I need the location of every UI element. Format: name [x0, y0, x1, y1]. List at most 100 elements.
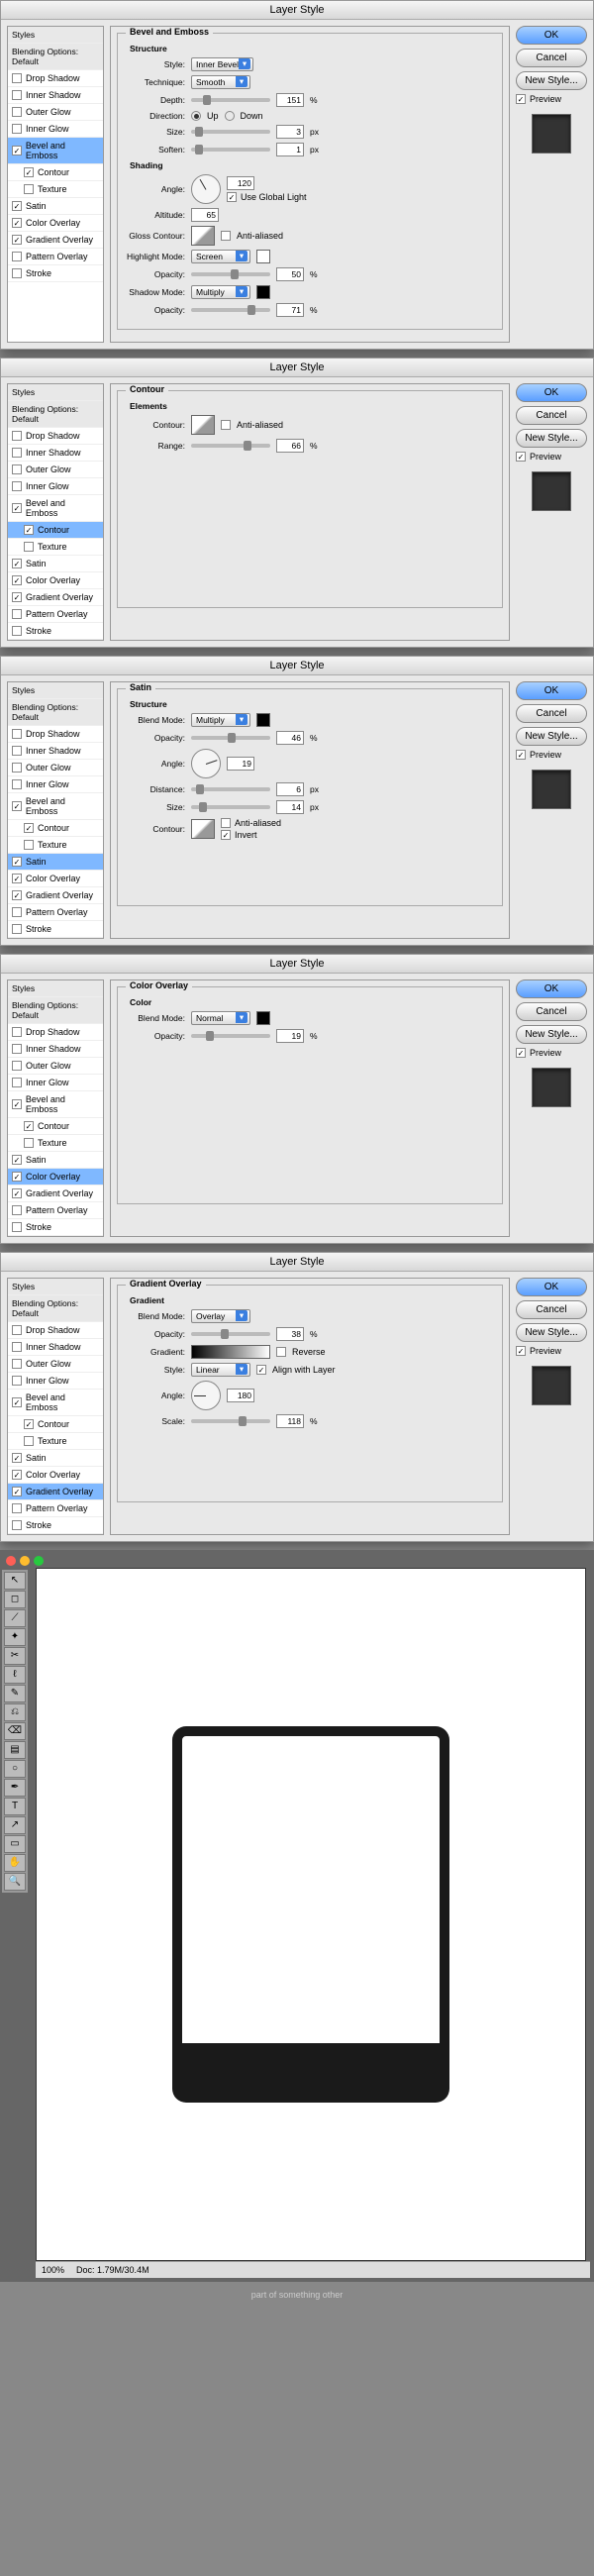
- side-pattern-overlay[interactable]: Pattern Overlay: [8, 904, 103, 921]
- angle-input[interactable]: 120: [227, 176, 254, 190]
- canvas[interactable]: [36, 1568, 586, 2261]
- side-satin[interactable]: Satin: [8, 854, 103, 871]
- side-pattern-overlay[interactable]: Pattern Overlay: [8, 1500, 103, 1517]
- side-contour[interactable]: Contour: [8, 522, 103, 539]
- opacity-input[interactable]: 46: [276, 731, 304, 745]
- preview-check[interactable]: [516, 1346, 526, 1356]
- opacity-input[interactable]: 19: [276, 1029, 304, 1043]
- sidebar-blending[interactable]: Blending Options: Default: [8, 1295, 103, 1322]
- size-slider[interactable]: [191, 805, 270, 809]
- side-drop-shadow[interactable]: Drop Shadow: [8, 1322, 103, 1339]
- side-stroke[interactable]: Stroke: [8, 623, 103, 640]
- ok-button[interactable]: OK: [516, 26, 587, 45]
- highlight-opacity-slider[interactable]: [191, 272, 270, 276]
- new-style-button[interactable]: New Style...: [516, 429, 587, 448]
- cancel-button[interactable]: Cancel: [516, 704, 587, 723]
- scale-input[interactable]: 118: [276, 1414, 304, 1428]
- cancel-button[interactable]: Cancel: [516, 1002, 587, 1021]
- opacity-slider[interactable]: [191, 1332, 270, 1336]
- aa-check[interactable]: [221, 420, 231, 430]
- angle-dial[interactable]: [191, 174, 221, 204]
- side-color-overlay[interactable]: Color Overlay: [8, 215, 103, 232]
- new-style-button[interactable]: New Style...: [516, 727, 587, 746]
- reverse-check[interactable]: [276, 1347, 286, 1357]
- gradient-style-select[interactable]: Linear: [191, 1363, 250, 1377]
- highlight-opacity-input[interactable]: 50: [276, 267, 304, 281]
- side-inner-shadow[interactable]: Inner Shadow: [8, 743, 103, 760]
- dir-up-radio[interactable]: [191, 111, 201, 121]
- side-bevel[interactable]: Bevel and Emboss: [8, 138, 103, 164]
- path-tool-icon[interactable]: ↗: [4, 1816, 26, 1834]
- close-window-icon[interactable]: [6, 1556, 16, 1566]
- side-inner-glow[interactable]: Inner Glow: [8, 776, 103, 793]
- size-slider[interactable]: [191, 130, 270, 134]
- side-bevel[interactable]: Bevel and Emboss: [8, 793, 103, 820]
- side-gradient-overlay[interactable]: Gradient Overlay: [8, 1185, 103, 1202]
- side-outer-glow[interactable]: Outer Glow: [8, 462, 103, 478]
- side-inner-glow[interactable]: Inner Glow: [8, 1075, 103, 1091]
- range-input[interactable]: 66: [276, 439, 304, 453]
- side-inner-glow[interactable]: Inner Glow: [8, 1373, 103, 1390]
- sidebar-blending[interactable]: Blending Options: Default: [8, 699, 103, 726]
- side-inner-glow[interactable]: Inner Glow: [8, 121, 103, 138]
- cancel-button[interactable]: Cancel: [516, 49, 587, 67]
- minimize-window-icon[interactable]: [20, 1556, 30, 1566]
- hand-tool-icon[interactable]: ✋: [4, 1854, 26, 1872]
- side-pattern-overlay[interactable]: Pattern Overlay: [8, 1202, 103, 1219]
- side-inner-shadow[interactable]: Inner Shadow: [8, 445, 103, 462]
- preview-check[interactable]: [516, 1048, 526, 1058]
- side-gradient-overlay[interactable]: Gradient Overlay: [8, 589, 103, 606]
- side-stroke[interactable]: Stroke: [8, 921, 103, 938]
- side-bevel[interactable]: Bevel and Emboss: [8, 495, 103, 522]
- side-color-overlay[interactable]: Color Overlay: [8, 1169, 103, 1185]
- eraser-tool-icon[interactable]: ⌫: [4, 1722, 26, 1740]
- side-stroke[interactable]: Stroke: [8, 265, 103, 282]
- zoom-level[interactable]: 100%: [42, 2265, 64, 2275]
- move-tool-icon[interactable]: ↖: [4, 1572, 26, 1590]
- side-satin[interactable]: Satin: [8, 198, 103, 215]
- blur-tool-icon[interactable]: ○: [4, 1760, 26, 1778]
- side-drop-shadow[interactable]: Drop Shadow: [8, 428, 103, 445]
- soften-slider[interactable]: [191, 148, 270, 152]
- marquee-tool-icon[interactable]: ◻: [4, 1591, 26, 1608]
- ok-button[interactable]: OK: [516, 979, 587, 998]
- ok-button[interactable]: OK: [516, 1278, 587, 1296]
- stamp-tool-icon[interactable]: ⎌: [4, 1703, 26, 1721]
- sidebar-styles[interactable]: Styles: [8, 682, 103, 699]
- side-satin[interactable]: Satin: [8, 556, 103, 572]
- shadow-opacity-input[interactable]: 71: [276, 303, 304, 317]
- cancel-button[interactable]: Cancel: [516, 1300, 587, 1319]
- side-stroke[interactable]: Stroke: [8, 1219, 103, 1236]
- side-contour[interactable]: Contour: [8, 820, 103, 837]
- side-pattern-overlay[interactable]: Pattern Overlay: [8, 249, 103, 265]
- zoom-window-icon[interactable]: [34, 1556, 44, 1566]
- side-contour[interactable]: Contour: [8, 1118, 103, 1135]
- side-contour[interactable]: Contour: [8, 164, 103, 181]
- side-inner-shadow[interactable]: Inner Shadow: [8, 1339, 103, 1356]
- lasso-tool-icon[interactable]: ⟋: [4, 1609, 26, 1627]
- side-color-overlay[interactable]: Color Overlay: [8, 871, 103, 887]
- side-pattern-overlay[interactable]: Pattern Overlay: [8, 606, 103, 623]
- side-inner-shadow[interactable]: Inner Shadow: [8, 1041, 103, 1058]
- gradient-tool-icon[interactable]: ▤: [4, 1741, 26, 1759]
- side-outer-glow[interactable]: Outer Glow: [8, 104, 103, 121]
- side-texture[interactable]: Texture: [8, 181, 103, 198]
- depth-input[interactable]: 151: [276, 93, 304, 107]
- side-gradient-overlay[interactable]: Gradient Overlay: [8, 887, 103, 904]
- blend-mode-select[interactable]: Multiply: [191, 713, 250, 727]
- pen-tool-icon[interactable]: ✒: [4, 1779, 26, 1797]
- side-texture[interactable]: Texture: [8, 837, 103, 854]
- angle-dial[interactable]: [191, 749, 221, 778]
- preview-check[interactable]: [516, 94, 526, 104]
- satin-color[interactable]: [256, 713, 270, 727]
- gradient-swatch[interactable]: [191, 1345, 270, 1359]
- soften-input[interactable]: 1: [276, 143, 304, 156]
- side-color-overlay[interactable]: Color Overlay: [8, 1467, 103, 1484]
- highlight-color[interactable]: [256, 250, 270, 263]
- type-tool-icon[interactable]: T: [4, 1798, 26, 1815]
- sidebar-styles[interactable]: Styles: [8, 980, 103, 997]
- angle-input[interactable]: 19: [227, 757, 254, 771]
- sidebar-styles[interactable]: Styles: [8, 384, 103, 401]
- technique-select[interactable]: Smooth: [191, 75, 250, 89]
- new-style-button[interactable]: New Style...: [516, 1323, 587, 1342]
